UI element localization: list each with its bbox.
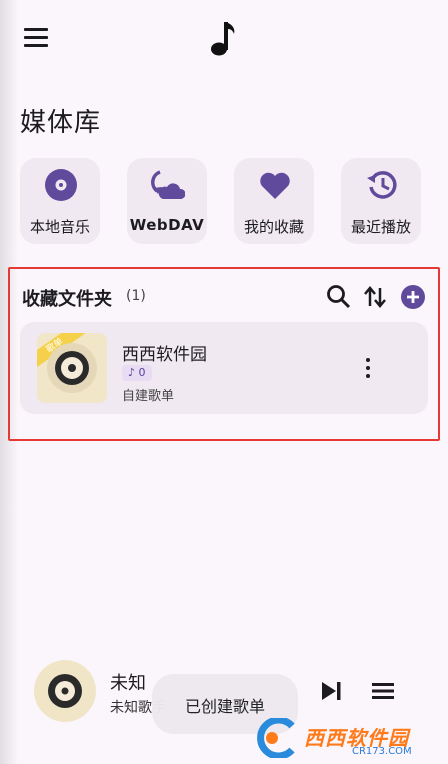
menu-icon[interactable] bbox=[24, 28, 48, 48]
folder-title: 西西软件园 bbox=[122, 345, 207, 365]
quick-action-label: WebDAV bbox=[129, 216, 205, 234]
heart-icon bbox=[260, 172, 290, 199]
section-title: 收藏文件夹 bbox=[22, 289, 112, 310]
watermark-logo: 西西软件园 CR173.COM bbox=[252, 718, 442, 760]
playlist-cover: 歌单 bbox=[37, 333, 107, 403]
quick-action-label: 我的收藏 bbox=[243, 218, 304, 236]
history-icon bbox=[367, 171, 397, 199]
section-count: (1) bbox=[126, 288, 146, 304]
folder-subtitle: 自建歌单 bbox=[122, 389, 175, 404]
record-icon bbox=[47, 343, 97, 393]
quick-action-label: 最近播放 bbox=[350, 218, 411, 236]
quick-action-favorites[interactable]: 我的收藏 bbox=[234, 158, 314, 244]
quick-action-local-music[interactable]: 本地音乐 bbox=[20, 158, 100, 244]
favorite-folder-item[interactable]: 歌单 西西软件园 ♪ 0 自建歌单 bbox=[20, 322, 428, 414]
page-title: 媒体库 bbox=[20, 108, 102, 138]
skip-next-icon[interactable] bbox=[319, 678, 345, 704]
watermark-icon bbox=[257, 718, 295, 758]
now-playing-cover bbox=[34, 660, 96, 722]
cloud-sync-icon bbox=[151, 170, 185, 199]
add-icon[interactable] bbox=[400, 284, 426, 310]
top-app-bar bbox=[0, 0, 448, 80]
more-vert-icon[interactable] bbox=[364, 358, 372, 382]
quick-action-webdav[interactable]: WebDAV bbox=[127, 158, 207, 244]
sort-icon[interactable] bbox=[362, 284, 388, 310]
track-count-badge: ♪ 0 bbox=[122, 365, 152, 381]
quick-action-recent[interactable]: 最近播放 bbox=[341, 158, 421, 244]
quick-action-label: 本地音乐 bbox=[29, 218, 90, 236]
record-icon bbox=[48, 674, 82, 708]
vinyl-disc-icon bbox=[45, 169, 77, 201]
playlist-icon[interactable] bbox=[370, 678, 396, 704]
toast-text: 已创建歌单 bbox=[184, 697, 265, 716]
now-playing-title: 未知 bbox=[110, 673, 146, 694]
search-icon[interactable] bbox=[326, 284, 352, 310]
music-note-icon bbox=[211, 22, 235, 56]
watermark-site: CR173.COM bbox=[352, 746, 412, 757]
